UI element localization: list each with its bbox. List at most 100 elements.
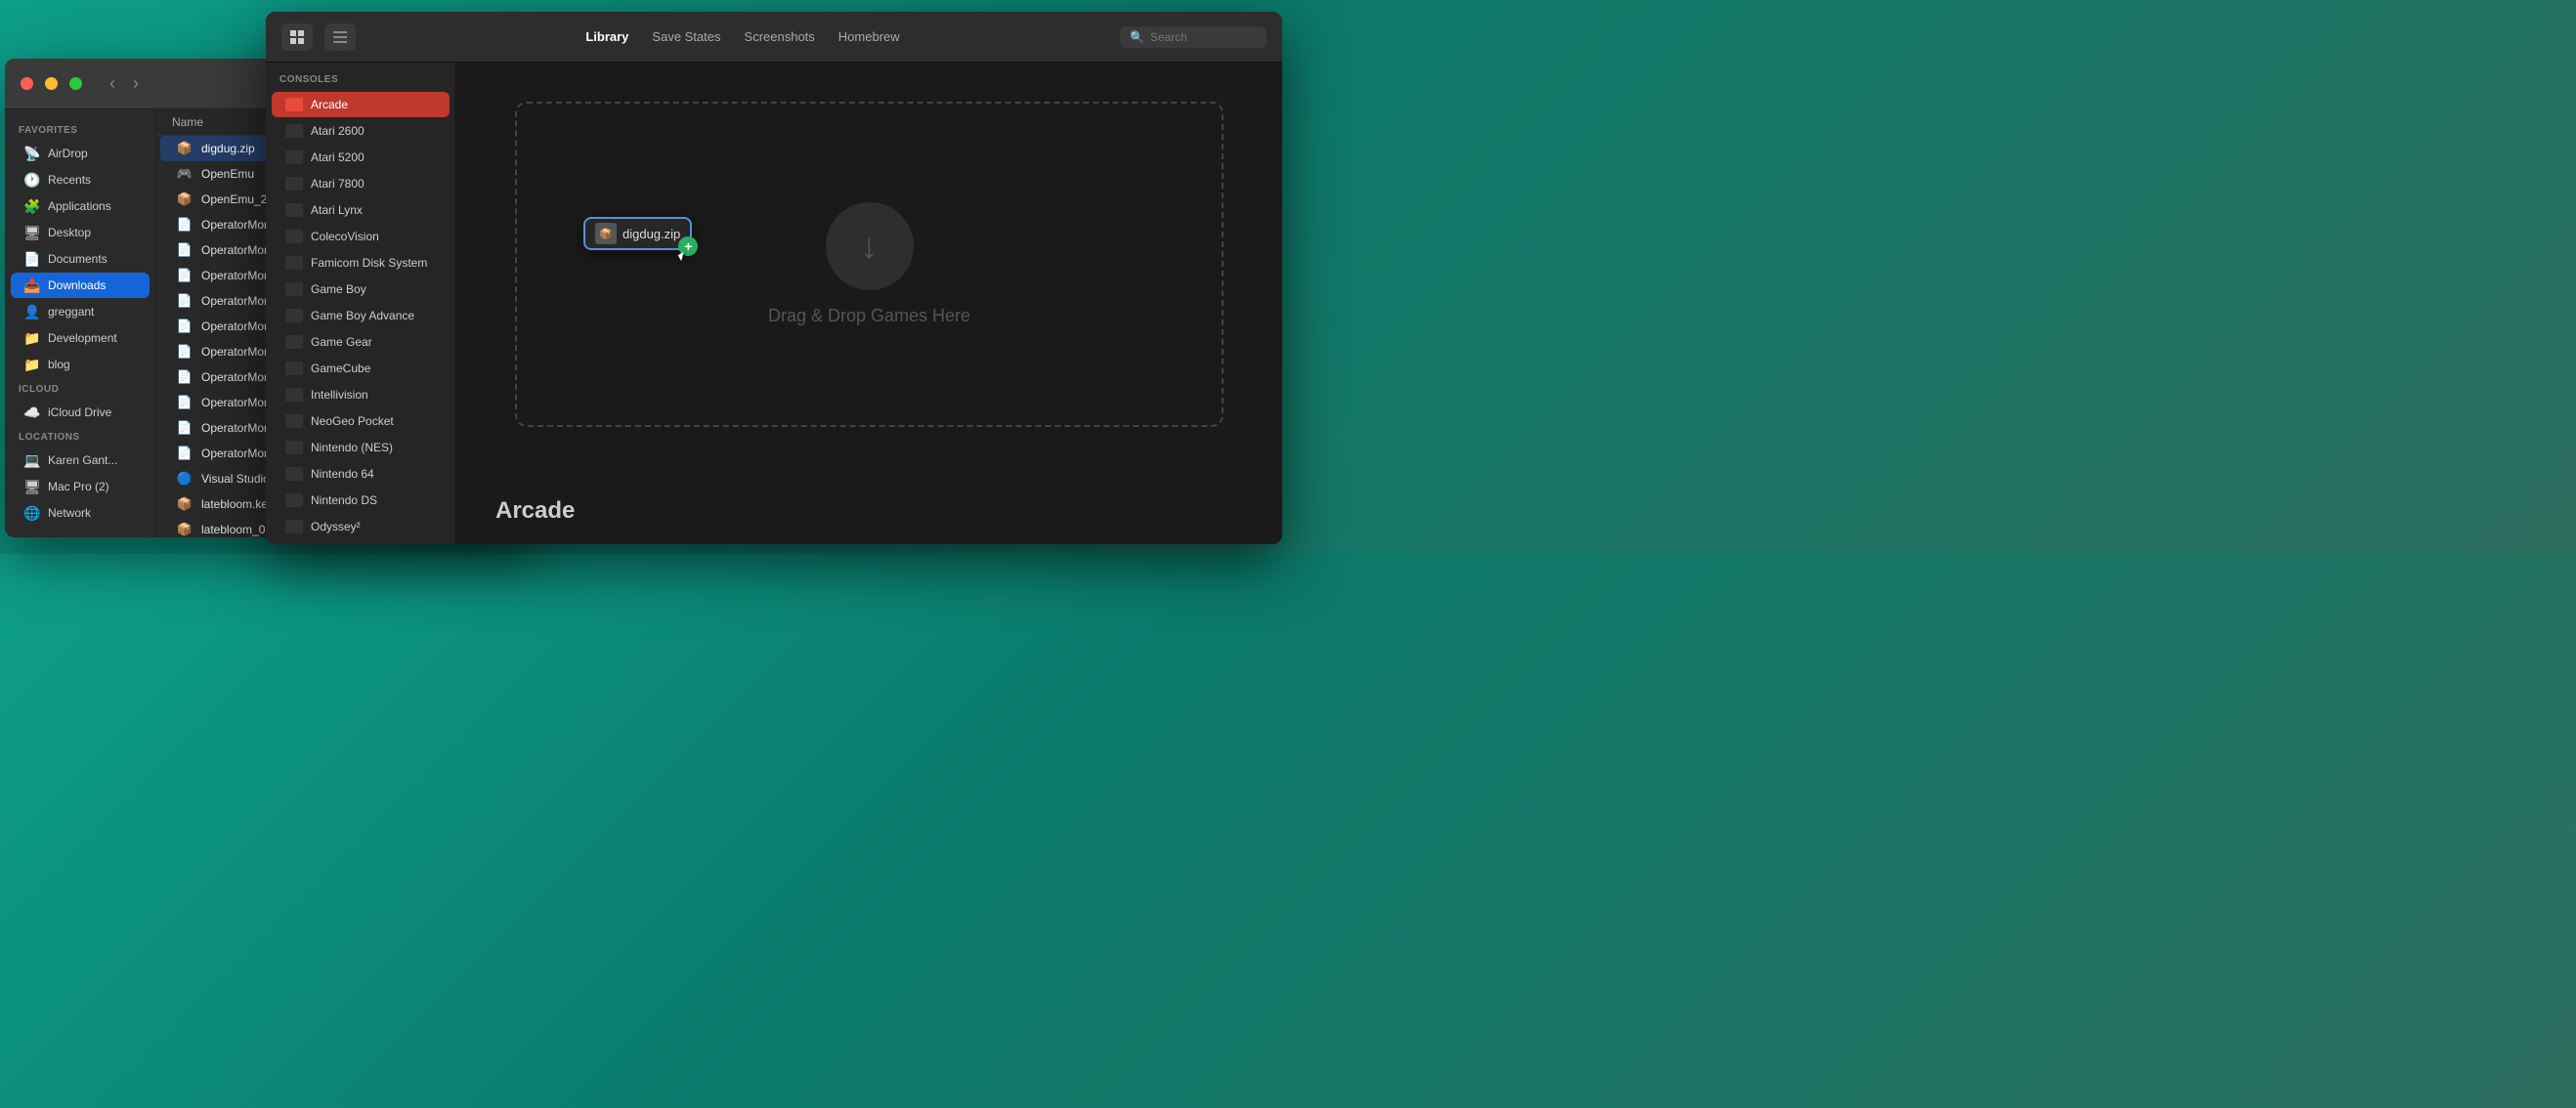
console-name: Game Boy xyxy=(311,282,366,296)
console-name: Atari 5200 xyxy=(311,150,365,164)
font-icon: 📄 xyxy=(176,445,193,462)
font-icon: 📄 xyxy=(176,216,193,234)
lynx-icon xyxy=(285,203,303,217)
arcade-console-icon xyxy=(285,98,303,111)
openemu-body: Consoles Arcade Atari 2600 Atari 5200 At… xyxy=(266,63,1282,544)
console-n64[interactable]: Nintendo 64 xyxy=(272,461,450,487)
openemu-window: Library Save States Screenshots Homebrew… xyxy=(266,12,1282,544)
sidebar-item-development[interactable]: 📁 Development xyxy=(11,325,150,351)
dragged-file-icon: 📦 xyxy=(595,223,617,244)
kext-icon: 📦 xyxy=(176,495,193,513)
nds-icon xyxy=(285,493,303,507)
sidebar-item-mac-pro[interactable]: 🖥 Mac Pro (2) xyxy=(11,474,150,499)
console-gamegear[interactable]: Game Gear xyxy=(272,329,450,355)
icloud-label: iCloud xyxy=(5,378,155,399)
blog-icon: 📁 xyxy=(24,357,40,372)
sidebar-item-greggant[interactable]: 👤 greggant xyxy=(11,299,150,324)
finder-sidebar: Favorites 📡 AirDrop 🕐 Recents 🧩 Applicat… xyxy=(5,109,156,537)
sidebar-item-network[interactable]: 🌐 Network xyxy=(11,500,150,526)
console-neogeo-pocket[interactable]: NeoGeo Pocket xyxy=(272,408,450,434)
grid-view-button[interactable] xyxy=(281,23,313,51)
console-name: Atari 2600 xyxy=(311,124,365,138)
search-box: 🔍 xyxy=(1120,26,1267,48)
tab-library[interactable]: Library xyxy=(585,25,628,48)
sidebar-item-label: Mac Pro (2) xyxy=(48,480,109,493)
karen-icon: 💻 xyxy=(24,452,40,468)
sidebar-item-applications[interactable]: 🧩 Applications xyxy=(11,193,150,219)
console-colecovision[interactable]: ColecoVision xyxy=(272,224,450,249)
applications-icon: 🧩 xyxy=(24,198,40,214)
nes-icon xyxy=(285,441,303,454)
sidebar-item-label: Desktop xyxy=(48,226,91,239)
console-name: Atari Lynx xyxy=(311,203,363,217)
zip-icon: 📦 xyxy=(176,191,193,208)
console-name: Game Gear xyxy=(311,335,372,349)
locations-label: Locations xyxy=(5,426,155,447)
console-gameboy[interactable]: Game Boy xyxy=(272,277,450,302)
console-arcade[interactable]: Arcade xyxy=(272,92,450,117)
downloads-icon: 📥 xyxy=(24,277,40,293)
sidebar-item-downloads[interactable]: 📥 Downloads xyxy=(11,273,150,298)
maximize-button[interactable] xyxy=(69,77,82,90)
close-button[interactable] xyxy=(21,77,33,90)
console-name: Nintendo 64 xyxy=(311,467,374,481)
console-name: Intellivision xyxy=(311,388,368,402)
atari7800-icon xyxy=(285,177,303,191)
n64-icon xyxy=(285,467,303,481)
font-icon: 📄 xyxy=(176,318,193,335)
console-atari7800[interactable]: Atari 7800 xyxy=(272,171,450,196)
sidebar-item-karen[interactable]: 💻 Karen Gant... xyxy=(11,447,150,473)
consoles-sidebar: Consoles Arcade Atari 2600 Atari 5200 At… xyxy=(266,63,456,544)
sidebar-item-blog[interactable]: 📁 blog xyxy=(11,352,150,377)
gb-icon xyxy=(285,282,303,296)
sidebar-item-label: blog xyxy=(48,358,70,371)
console-name: Odyssey² xyxy=(311,520,361,533)
sidebar-item-label: Documents xyxy=(48,252,107,266)
font-icon: 📄 xyxy=(176,419,193,437)
sidebar-item-documents[interactable]: 📄 Documents xyxy=(11,246,150,272)
list-view-button[interactable] xyxy=(324,23,356,51)
arcade-title: Arcade xyxy=(495,497,575,525)
console-gba[interactable]: Game Boy Advance xyxy=(272,303,450,328)
icloud-icon: ☁️ xyxy=(24,405,40,420)
sidebar-item-label: Development xyxy=(48,331,117,345)
sidebar-item-label: Applications xyxy=(48,199,111,213)
console-gamecube[interactable]: GameCube xyxy=(272,356,450,381)
favorites-label: Favorites xyxy=(5,119,155,140)
drop-zone[interactable]: ↓ Drag & Drop Games Here xyxy=(515,102,1224,427)
console-atari5200[interactable]: Atari 5200 xyxy=(272,145,450,170)
drop-arrow-circle: ↓ xyxy=(826,202,914,290)
console-atarilynx[interactable]: Atari Lynx xyxy=(272,197,450,223)
console-odyssey[interactable]: Odyssey² xyxy=(272,514,450,539)
gc-icon xyxy=(285,362,303,375)
recents-icon: 🕐 xyxy=(24,172,40,188)
back-button[interactable]: ‹ xyxy=(104,71,121,96)
console-nds[interactable]: Nintendo DS xyxy=(272,488,450,513)
tab-save-states[interactable]: Save States xyxy=(652,25,720,48)
sidebar-item-desktop[interactable]: 🖥 Desktop xyxy=(11,220,150,245)
finder-nav-buttons: ‹ › xyxy=(104,71,145,96)
tab-screenshots[interactable]: Screenshots xyxy=(745,25,815,48)
drop-arrow-icon: ↓ xyxy=(861,226,879,267)
sidebar-item-airdrop[interactable]: 📡 AirDrop xyxy=(11,141,150,166)
macpro-icon: 🖥 xyxy=(24,479,40,494)
gba-icon xyxy=(285,309,303,322)
file-name: OpenEmu xyxy=(201,167,254,181)
tab-homebrew[interactable]: Homebrew xyxy=(838,25,900,48)
minimize-button[interactable] xyxy=(45,77,58,90)
zip-icon: 📦 xyxy=(176,140,193,157)
console-pcfx[interactable]: PC-FX xyxy=(272,540,450,544)
console-famicom-disk[interactable]: Famicom Disk System xyxy=(272,250,450,276)
console-nes[interactable]: Nintendo (NES) xyxy=(272,435,450,460)
sidebar-item-recents[interactable]: 🕐 Recents xyxy=(11,167,150,192)
font-icon: 📄 xyxy=(176,368,193,386)
toolbar-tabs: Library Save States Screenshots Homebrew xyxy=(373,25,1112,48)
search-input[interactable] xyxy=(1150,30,1257,44)
sidebar-item-label: iCloud Drive xyxy=(48,405,111,419)
console-atari2600[interactable]: Atari 2600 xyxy=(272,118,450,144)
forward-button[interactable]: › xyxy=(127,71,145,96)
atari2600-icon xyxy=(285,124,303,138)
sidebar-item-icloud[interactable]: ☁️ iCloud Drive xyxy=(11,400,150,425)
console-intellivision[interactable]: Intellivision xyxy=(272,382,450,407)
drop-zone-text: Drag & Drop Games Here xyxy=(768,306,970,326)
